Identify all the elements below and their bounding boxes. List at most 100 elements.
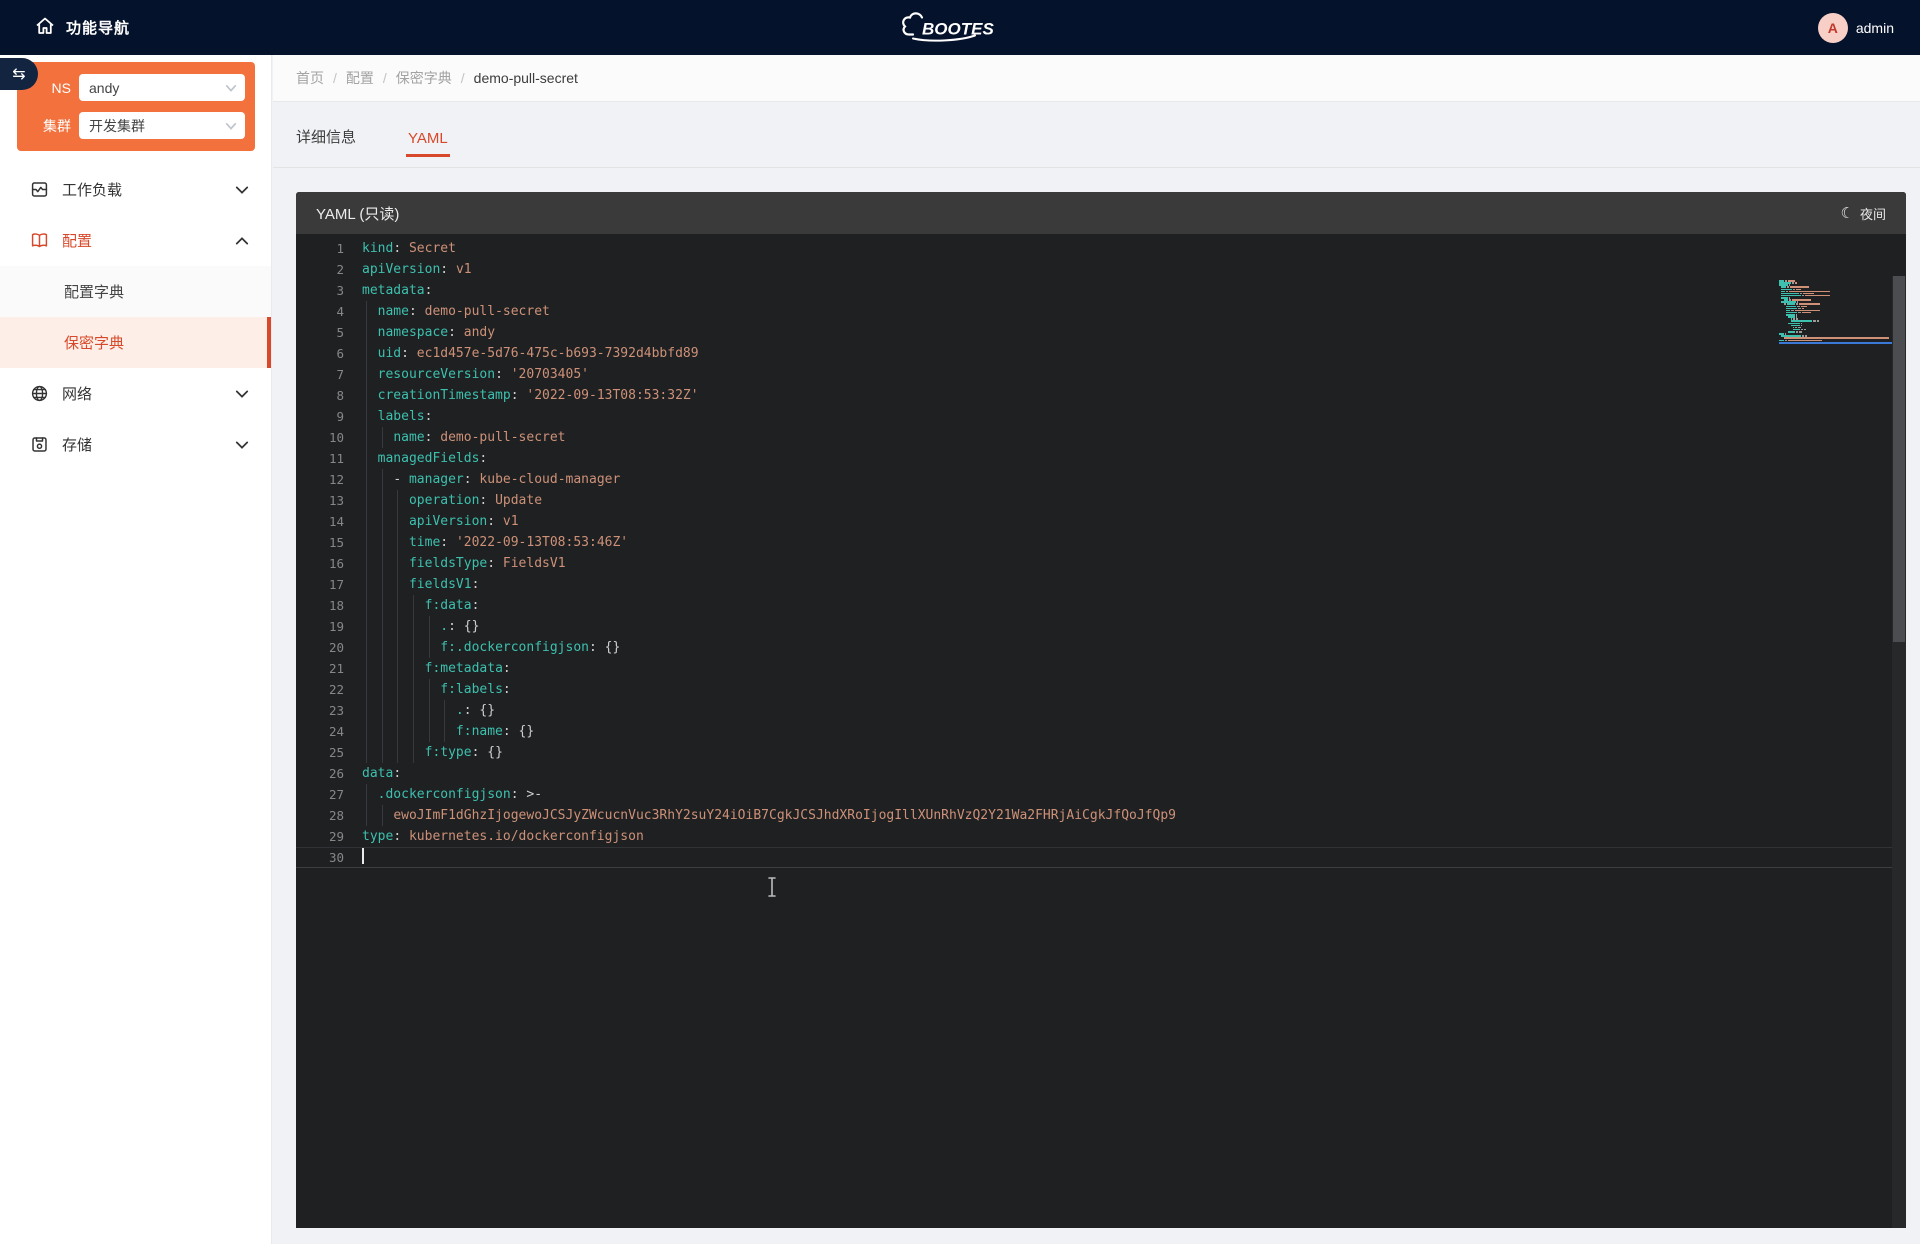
- code-token: :: [464, 472, 480, 487]
- code-line[interactable]: 14 apiVersion: v1: [296, 511, 1906, 532]
- code-line[interactable]: 28 ewoJImF1dGhzIjogewoJCSJyZWcucnVuc3RhY…: [296, 805, 1906, 826]
- code-token: apiVersion: [362, 262, 440, 277]
- breadcrumb-current: demo-pull-secret: [474, 70, 578, 86]
- code-line[interactable]: 5 namespace: andy: [296, 322, 1906, 343]
- code-line[interactable]: 8 creationTimestamp: '2022-09-13T08:53:3…: [296, 385, 1906, 406]
- code-token: metadata: [362, 283, 425, 298]
- code-text: metadata:: [344, 280, 1766, 301]
- line-number: 28: [296, 805, 344, 826]
- code-line[interactable]: 7 resourceVersion: '20703405': [296, 364, 1906, 385]
- code-token: :: [393, 241, 409, 256]
- line-number: 25: [296, 742, 344, 763]
- code-token: time: [409, 535, 440, 550]
- sidebar-item-network[interactable]: 网络: [0, 368, 271, 419]
- scrollbar-thumb[interactable]: [1893, 276, 1905, 642]
- sidebar-item-config[interactable]: 配置: [0, 215, 271, 266]
- code-line[interactable]: 17 fieldsV1:: [296, 574, 1906, 595]
- code-line[interactable]: 3metadata:: [296, 280, 1906, 301]
- sidebar-item-label: 配置: [62, 230, 92, 251]
- code-line[interactable]: 27 .dockerconfigjson: >-: [296, 784, 1906, 805]
- tab-yaml[interactable]: YAML: [408, 130, 448, 167]
- code-token: uid: [378, 346, 401, 361]
- code-line[interactable]: 24 f:name: {}: [296, 721, 1906, 742]
- brand-text: BOOTES: [922, 19, 994, 38]
- editor-body[interactable]: 1kind: Secret2apiVersion: v13metadata:4 …: [296, 234, 1906, 1228]
- line-number: 19: [296, 616, 344, 637]
- code-token: data: [362, 766, 393, 781]
- text-cursor-pointer: [766, 876, 778, 901]
- code-line[interactable]: 4 name: demo-pull-secret: [296, 301, 1906, 322]
- line-number: 13: [296, 490, 344, 511]
- code-line[interactable]: 21 f:metadata:: [296, 658, 1906, 679]
- code-line[interactable]: 25 f:type: {}: [296, 742, 1906, 763]
- nav-label: 功能导航: [66, 17, 130, 38]
- code-token: fieldsV1: [409, 577, 472, 592]
- code-token: :: [425, 283, 433, 298]
- night-mode-toggle[interactable]: ☾ 夜间: [1841, 204, 1886, 223]
- code-line[interactable]: 18 f:data:: [296, 595, 1906, 616]
- code-token: '2022-09-13T08:53:32Z': [526, 388, 698, 403]
- code-line[interactable]: 26data:: [296, 763, 1906, 784]
- sidebar-item-storage[interactable]: 存储: [0, 419, 271, 470]
- code-line[interactable]: 6 uid: ec1d457e-5d76-475c-b693-7392d4bbf…: [296, 343, 1906, 364]
- code-text: f:name: {}: [344, 721, 1766, 742]
- code-token: :: [448, 325, 464, 340]
- code-line[interactable]: 16 fieldsType: FieldsV1: [296, 553, 1906, 574]
- user-menu[interactable]: A admin: [1818, 0, 1894, 55]
- namespace-select[interactable]: andy: [79, 74, 245, 101]
- function-nav-button[interactable]: 功能导航: [0, 15, 420, 40]
- breadcrumb-home[interactable]: 首页: [296, 68, 324, 88]
- code-text: fieldsType: FieldsV1: [344, 553, 1766, 574]
- cluster-select[interactable]: 开发集群: [79, 112, 245, 139]
- sidebar-collapse-button[interactable]: ⇆: [0, 58, 38, 90]
- line-number: 3: [296, 280, 344, 301]
- code-text: name: demo-pull-secret: [344, 301, 1766, 322]
- code-line[interactable]: 23 .: {}: [296, 700, 1906, 721]
- code-line[interactable]: 30: [296, 847, 1906, 868]
- code-text: time: '2022-09-13T08:53:46Z': [344, 532, 1766, 553]
- breadcrumb-config[interactable]: 配置: [346, 68, 374, 88]
- code-text: data:: [344, 763, 1766, 784]
- code-line[interactable]: 11 managedFields:: [296, 448, 1906, 469]
- code-line[interactable]: 10 name: demo-pull-secret: [296, 427, 1906, 448]
- code-line[interactable]: 1kind: Secret: [296, 238, 1906, 259]
- breadcrumb-secret-dict[interactable]: 保密字典: [396, 68, 452, 88]
- text-caret: [362, 848, 364, 864]
- code-token: >-: [526, 787, 542, 802]
- code-token: {}: [479, 703, 495, 718]
- avatar: A: [1818, 13, 1848, 43]
- code-token: name: [378, 304, 409, 319]
- code-text: fieldsV1:: [344, 574, 1766, 595]
- code-line[interactable]: 22 f:labels:: [296, 679, 1906, 700]
- minimap[interactable]: [1779, 280, 1892, 350]
- line-number: 24: [296, 721, 344, 742]
- code-token: :: [487, 514, 503, 529]
- code-token: ewoJImF1dGhzIjogewoJCSJyZWcucnVuc3RhY2su…: [393, 808, 1176, 823]
- code-line[interactable]: 29type: kubernetes.io/dockerconfigjson: [296, 826, 1906, 847]
- code-token: manager: [409, 472, 464, 487]
- code-token: :: [589, 640, 605, 655]
- sidebar-item-secret[interactable]: 保密字典: [0, 317, 271, 368]
- code-token: f:data: [425, 598, 472, 613]
- code-line[interactable]: 19 .: {}: [296, 616, 1906, 637]
- code-line[interactable]: 2apiVersion: v1: [296, 259, 1906, 280]
- cluster-label: 集群: [17, 116, 79, 136]
- code-token: operation: [409, 493, 479, 508]
- code-line[interactable]: 15 time: '2022-09-13T08:53:46Z': [296, 532, 1906, 553]
- code-text: name: demo-pull-secret: [344, 427, 1766, 448]
- sidebar-item-label: 配置字典: [64, 281, 124, 302]
- code-token: :: [511, 388, 527, 403]
- code-line[interactable]: 20 f:.dockerconfigjson: {}: [296, 637, 1906, 658]
- sidebar-item-label: 存储: [62, 434, 92, 455]
- sidebar-item-configmap[interactable]: 配置字典: [0, 266, 271, 317]
- code-token: -: [393, 472, 409, 487]
- chevron-down-icon: [225, 120, 237, 132]
- code-token: :: [401, 346, 417, 361]
- collapse-icon: ⇆: [12, 64, 25, 84]
- sidebar-item-workloads[interactable]: 工作负载: [0, 164, 271, 215]
- code-line[interactable]: 12 - manager: kube-cloud-manager: [296, 469, 1906, 490]
- code-line[interactable]: 13 operation: Update: [296, 490, 1906, 511]
- code-line[interactable]: 9 labels:: [296, 406, 1906, 427]
- code-text: [344, 847, 1766, 868]
- tab-details[interactable]: 详细信息: [296, 126, 356, 167]
